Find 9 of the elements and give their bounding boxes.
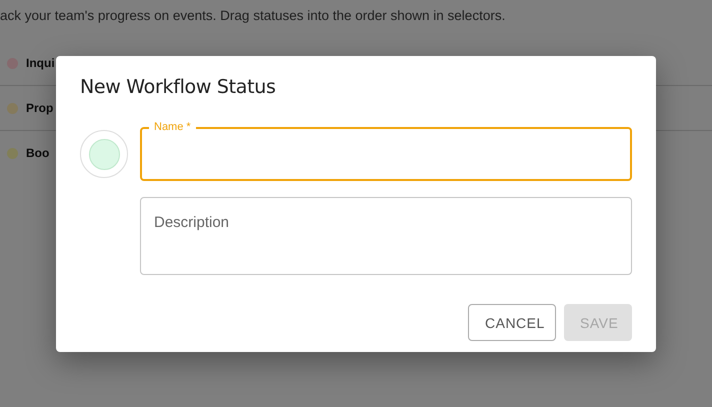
page-description: ack your team's progress on events. Drag statuses into the order shown in selectors. [0, 8, 506, 25]
status-name[interactable]: Prop [26, 101, 54, 115]
status-name[interactable]: Boo [26, 146, 50, 160]
dialog-title: New Workflow Status [80, 76, 277, 98]
status-name[interactable]: Inqui [26, 56, 55, 70]
description-field[interactable]: Description [140, 197, 632, 275]
color-swatch [88, 138, 120, 170]
color-picker[interactable] [80, 130, 128, 178]
cancel-button[interactable]: CANCEL [468, 304, 556, 341]
